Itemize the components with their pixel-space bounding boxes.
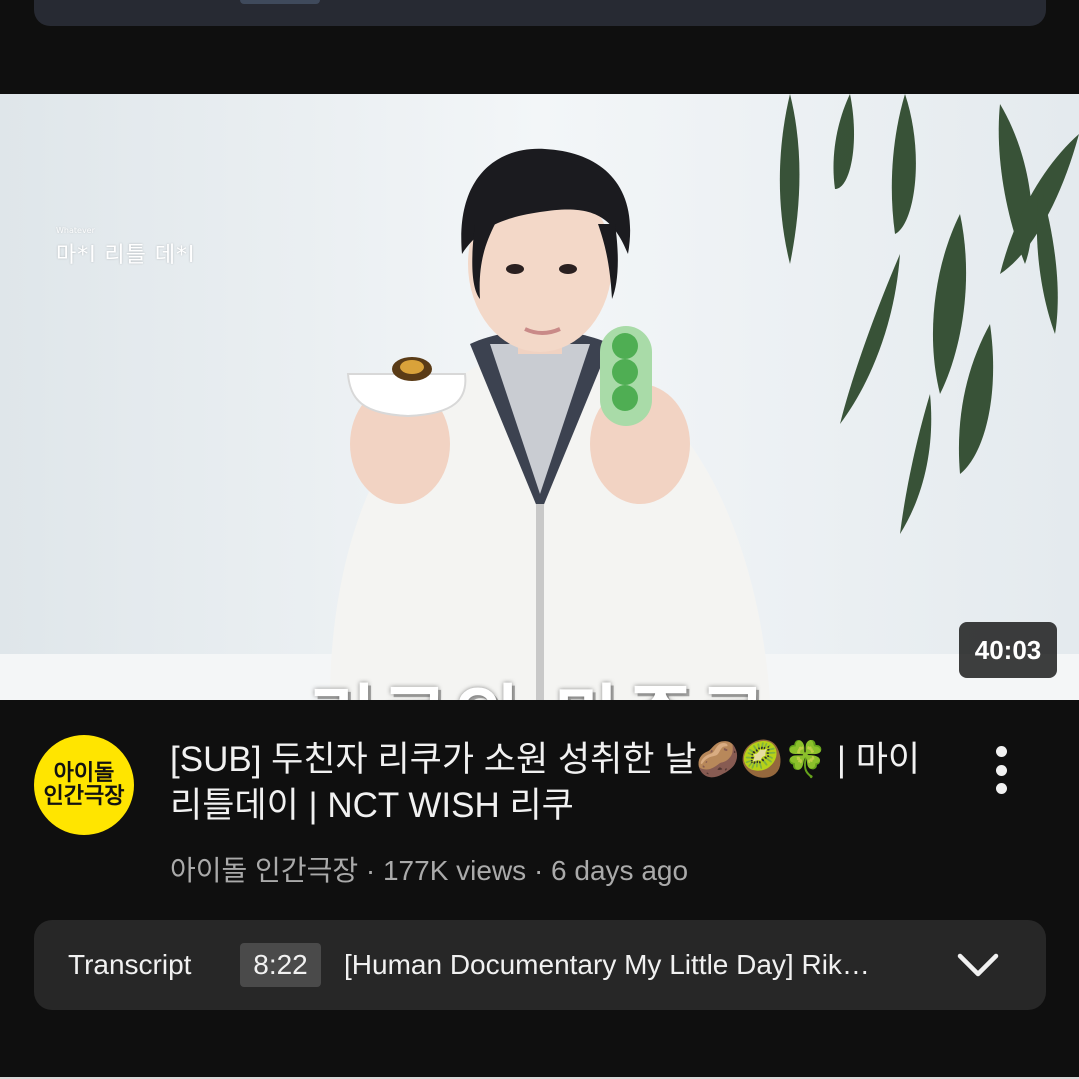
channel-avatar-line1: 아이돌 (53, 760, 115, 786)
thumbnail-illustration (0, 94, 1079, 700)
show-logo-text: 마*l 리틀 데*l (56, 243, 196, 268)
video-thumbnail[interactable]: Whatever 마*l 리틀 데*l 리쿠의 마존쿠 (0, 94, 1079, 700)
video-meta: 아이돌 인간극장 · 177K views · 6 days ago (170, 855, 689, 886)
video-title[interactable]: [SUB] 두친자 리쿠가 소원 성취한 날🥔🥝🍀 | 마이리틀데이 | NCT… (170, 737, 930, 829)
show-logo: Whatever 마*l 리틀 데*l (56, 226, 195, 269)
more-options-button[interactable] (976, 742, 1026, 798)
three-dot-vertical-icon (995, 783, 1007, 794)
transcript-label: Transcript (68, 949, 192, 980)
previous-card[interactable] (34, 0, 1046, 26)
channel-avatar[interactable]: 아이돌 인간극장 (34, 735, 134, 835)
three-dot-vertical-icon (995, 746, 1007, 757)
thumbnail-caption: 리쿠의 마존쿠 (0, 660, 1079, 700)
transcript-bar[interactable]: Transcript 8:22 [Human Documentary My Li… (34, 920, 1046, 1010)
duration-badge: 40:03 (959, 622, 1057, 678)
previous-card-chip (240, 0, 320, 4)
transcript-timestamp[interactable]: 8:22 (240, 943, 321, 987)
three-dot-vertical-icon (995, 764, 1007, 776)
channel-avatar-line2: 인간극장 (43, 784, 125, 809)
show-logo-small: Whatever (56, 226, 95, 235)
chevron-down-icon[interactable] (954, 950, 1002, 980)
transcript-text: [Human Documentary My Little Day] Rik… (344, 949, 870, 980)
